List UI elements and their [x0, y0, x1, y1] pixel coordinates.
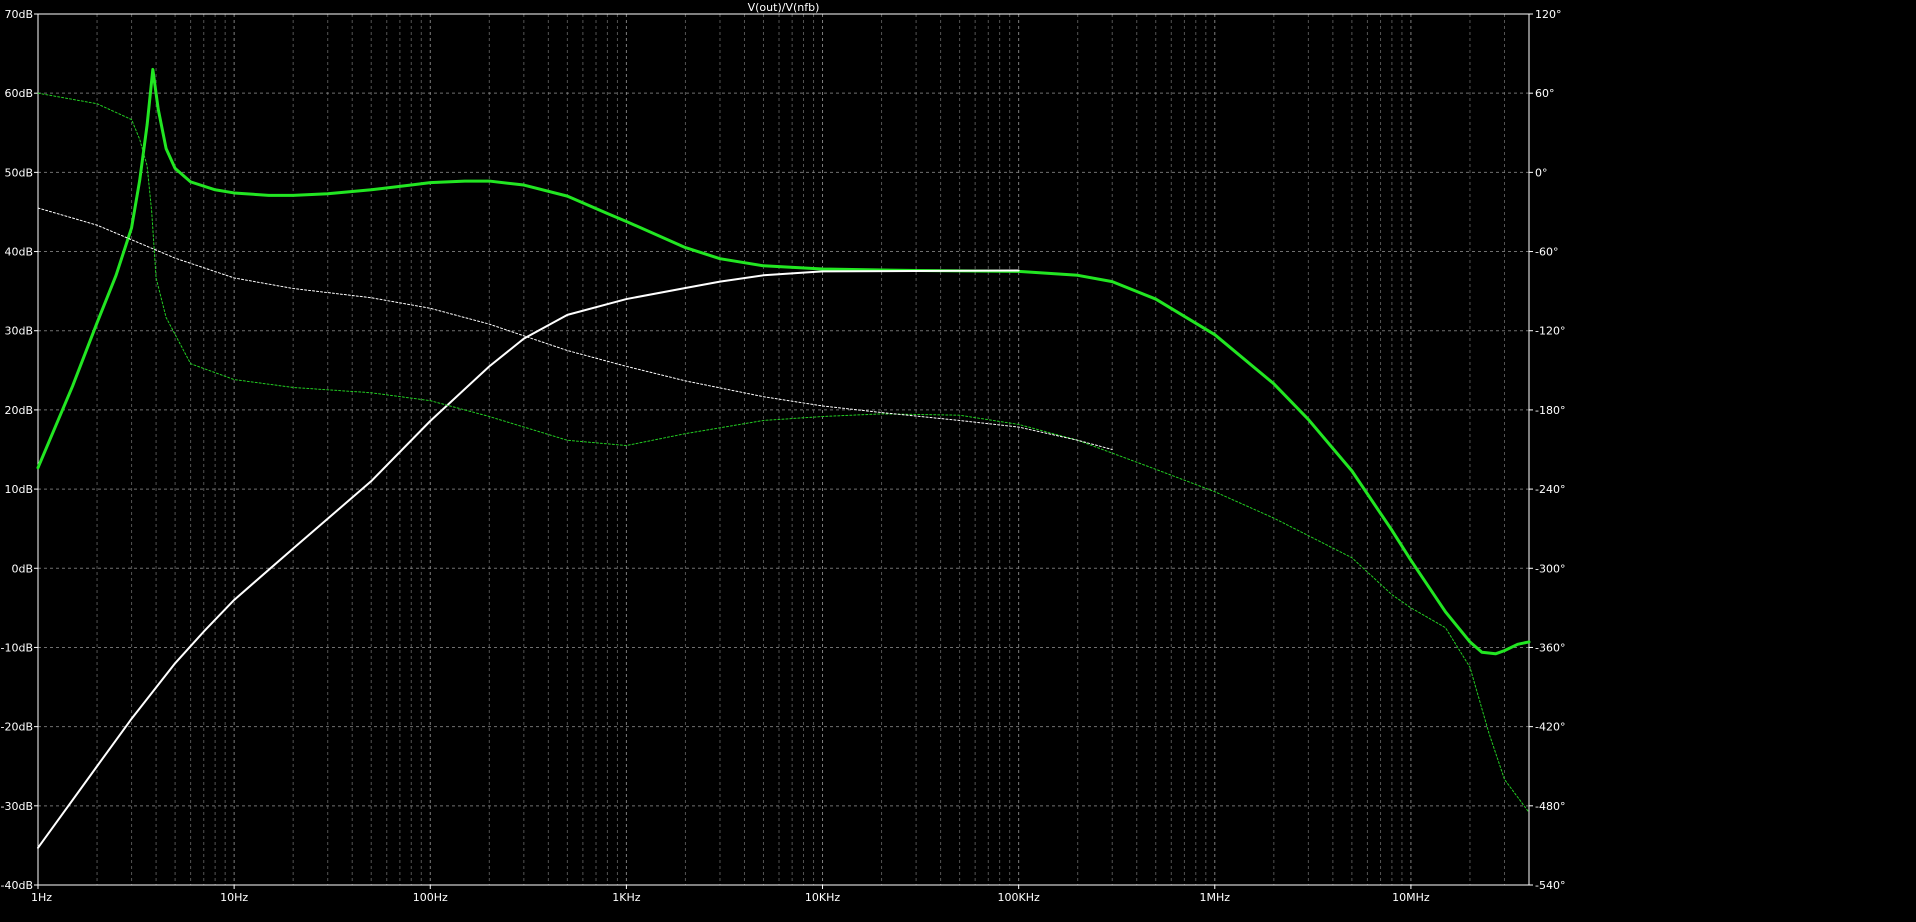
y-left-tick-label: 20dB	[4, 404, 33, 417]
y-right-tick-label: 60°	[1535, 87, 1555, 100]
x-tick-label: 100Hz	[413, 891, 448, 904]
x-tick-label: 10MHz	[1392, 891, 1430, 904]
bode-plot: 1Hz 10Hz 100Hz 1KHz 10KHz 100KHz 1MHz 10MHz 70dB…	[0, 0, 1916, 917]
y-left-tick-label: 30dB	[4, 325, 33, 338]
y-right-tick-label: -480°	[1535, 800, 1565, 813]
y-left-tick-label: -40dB	[1, 879, 34, 892]
y-left-tick-label: 70dB	[4, 8, 33, 21]
y-left-tick-label: -10dB	[1, 641, 34, 654]
x-tick-label: 100KHz	[998, 891, 1040, 904]
x-tick-label: 1KHz	[612, 891, 640, 904]
y-right-tick-label: 0°	[1535, 166, 1548, 179]
x-tick-label: 10KHz	[805, 891, 840, 904]
y-left-tick-label: -20dB	[1, 721, 34, 734]
y-left-tick-label: 50dB	[4, 166, 33, 179]
y-right-tick-label: 120°	[1535, 8, 1562, 21]
y-right-tick-label: -120°	[1535, 325, 1565, 338]
chart-title: V(out)/V(nfb)	[748, 1, 820, 14]
y-right-tick-label: -60°	[1535, 246, 1558, 259]
y-left-tick-label: 60dB	[4, 87, 33, 100]
y-left-tick-label: 0dB	[11, 562, 33, 575]
x-tick-label: 10Hz	[220, 891, 248, 904]
y-left-tick-label: -30dB	[1, 800, 34, 813]
y-right-tick-label: -540°	[1535, 879, 1565, 892]
y-left-tick-label: 40dB	[4, 246, 33, 259]
plot-canvas: 1Hz 10Hz 100Hz 1KHz 10KHz 100KHz 1MHz 10MHz 70dB…	[0, 0, 1916, 917]
y-right-tick-label: -420°	[1535, 721, 1565, 734]
y-right-tick-label: -180°	[1535, 404, 1565, 417]
y-right-tick-label: -240°	[1535, 483, 1565, 496]
y-right-tick-label: -300°	[1535, 562, 1565, 575]
y-right-tick-label: -360°	[1535, 641, 1565, 654]
plot-background	[0, 0, 1916, 917]
x-tick-label: 1Hz	[31, 891, 52, 904]
y-left-tick-label: 10dB	[4, 483, 33, 496]
x-tick-label: 1MHz	[1200, 891, 1231, 904]
